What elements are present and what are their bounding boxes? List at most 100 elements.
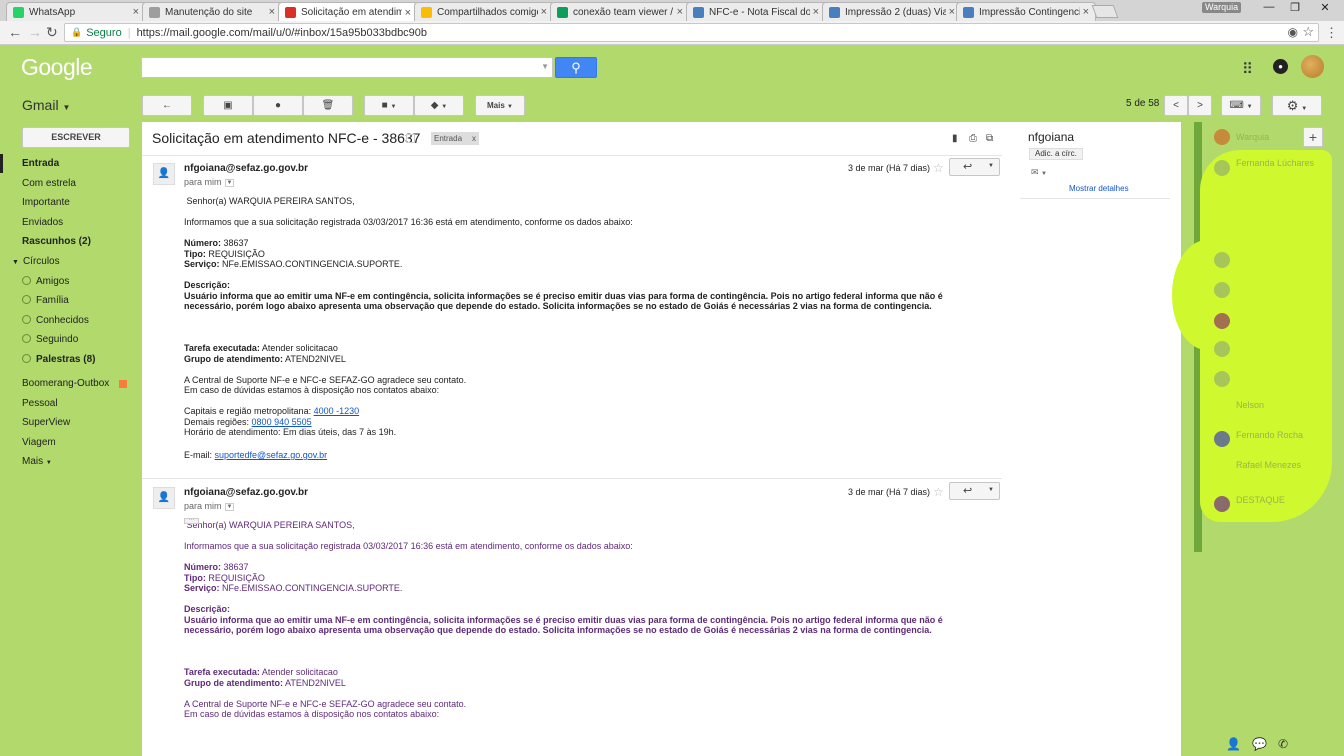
recipient-line[interactable]: para mim ▼ xyxy=(184,501,235,511)
chevron-down-icon[interactable]: ▼ xyxy=(224,503,235,511)
show-trimmed-content-button[interactable]: ··· xyxy=(184,517,199,524)
chevron-down-icon[interactable]: ▼ xyxy=(988,163,994,169)
reply-button[interactable]: ↩ ▼ xyxy=(949,158,1000,176)
sender-email[interactable]: nfgoiana@sefaz.go.gov.br xyxy=(184,163,308,174)
browser-tab-impressao[interactable]: Impressão 2 (duas) Vias × xyxy=(822,2,962,21)
bookmark-star-icon[interactable]: ☆ xyxy=(1302,24,1314,40)
chat-contact-name[interactable]: DESTAQUE xyxy=(1236,495,1285,505)
forward-icon[interactable]: → xyxy=(28,24,42,40)
sidebar-item-palestras[interactable]: Palestras (8) xyxy=(22,354,95,365)
sidebar-item-familia[interactable]: Família xyxy=(22,295,69,306)
hangouts-icon[interactable]: 💬 xyxy=(1252,737,1267,751)
new-tab-button[interactable] xyxy=(1091,5,1119,18)
archive-button[interactable]: ▣ xyxy=(203,95,253,116)
sidebar-item-conhecidos[interactable]: Conhecidos xyxy=(22,315,89,326)
sidebar-item-superview[interactable]: SuperView xyxy=(22,417,70,428)
show-details-link[interactable]: Mostrar detalhes xyxy=(1069,184,1129,193)
star-icon[interactable]: ☆ xyxy=(933,485,944,499)
new-window-icon[interactable]: ⧉ xyxy=(986,133,993,144)
google-logo[interactable]: Google xyxy=(21,54,93,81)
star-icon[interactable]: ☆ xyxy=(933,161,944,175)
older-button[interactable]: > xyxy=(1188,95,1212,116)
sidebar-item-viagem[interactable]: Viagem xyxy=(22,437,56,448)
newer-button[interactable]: < xyxy=(1164,95,1188,116)
important-marker[interactable] xyxy=(406,134,415,143)
sidebar-item-importante[interactable]: Importante xyxy=(22,197,70,208)
chevron-down-icon[interactable]: ▼ xyxy=(988,487,994,493)
contact-mail-icon[interactable]: ✉ ▼ xyxy=(1031,167,1047,178)
browser-menu-icon[interactable]: ⋮ xyxy=(1325,25,1338,41)
capitais-phone-link[interactable]: 4000 -1230 xyxy=(314,406,360,416)
sidebar-item-rascunhos[interactable]: Rascunhos (2) xyxy=(22,236,91,247)
labels-button[interactable]: ◆ ▼ xyxy=(414,95,464,116)
search-input[interactable]: ▼ xyxy=(141,57,553,78)
close-icon[interactable]: × xyxy=(541,6,547,18)
close-icon[interactable]: × xyxy=(677,6,683,18)
chat-contact-name[interactable]: Fernando Rocha xyxy=(1236,430,1303,440)
contact-avatar[interactable] xyxy=(1214,341,1230,357)
close-icon[interactable]: × xyxy=(813,6,819,18)
sidebar-item-mais[interactable]: Mais ▼ xyxy=(22,456,52,467)
phone-icon[interactable]: ✆ xyxy=(1278,737,1288,751)
input-tools-button[interactable]: ⌨ ▼ xyxy=(1221,95,1261,116)
window-user-badge[interactable]: Warquia xyxy=(1202,2,1242,13)
search-button[interactable]: ⚲ xyxy=(555,57,597,78)
sidebar-item-seguindo[interactable]: Seguindo xyxy=(22,334,78,345)
sidebar-item-enviados[interactable]: Enviados xyxy=(22,217,63,228)
browser-tab-manutencao[interactable]: Manutenção do site × xyxy=(142,2,282,21)
browser-tab-whatsapp[interactable]: WhatsApp × xyxy=(6,2,146,21)
contact-avatar[interactable] xyxy=(1214,160,1230,176)
chat-contact-name[interactable]: Fernanda Lúchares xyxy=(1236,158,1314,168)
close-icon[interactable]: × xyxy=(269,6,275,18)
delete-button[interactable]: 🗑 xyxy=(303,95,353,116)
close-icon[interactable]: × xyxy=(405,7,411,19)
close-icon[interactable]: × xyxy=(1083,6,1089,18)
back-icon[interactable]: ← xyxy=(8,24,22,40)
add-to-circles-button[interactable]: Adic. a círc. xyxy=(1029,148,1083,160)
contact-avatar[interactable] xyxy=(1214,129,1230,145)
browser-tab-nfce[interactable]: NFC-e - Nota Fiscal do C× xyxy=(686,2,826,21)
account-avatar[interactable] xyxy=(1301,55,1324,78)
settings-button[interactable]: ⚙ ▼ xyxy=(1272,95,1322,116)
reload-icon[interactable]: ↻ xyxy=(46,24,58,41)
contact-avatar[interactable] xyxy=(1214,252,1230,268)
url-input[interactable]: 🔒 Seguro | https://mail.google.com/mail/… xyxy=(64,23,1319,42)
demais-phone-link[interactable]: 0800 940 5505 xyxy=(252,417,312,427)
person-icon[interactable]: 👤 xyxy=(1226,737,1241,751)
sidebar-item-com-estrela[interactable]: Com estrela xyxy=(22,178,76,189)
contact-avatar[interactable] xyxy=(1214,282,1230,298)
browser-tab-sheets[interactable]: conexão team viewer / c × xyxy=(550,2,690,21)
report-spam-button[interactable]: ● xyxy=(253,95,303,116)
reply-button[interactable]: ↩ ▼ xyxy=(949,482,1000,500)
notifications-icon[interactable]: ● xyxy=(1273,59,1288,74)
chevron-down-icon[interactable]: ▼ xyxy=(224,179,235,187)
chat-contact-name[interactable]: Warquia xyxy=(1236,132,1269,142)
trash-icon[interactable]: ▮ xyxy=(952,133,958,144)
search-options-icon[interactable]: ▼ xyxy=(541,62,549,71)
back-to-inbox-button[interactable]: ← xyxy=(142,95,192,116)
remove-label-icon[interactable]: x xyxy=(472,134,476,143)
contact-avatar[interactable] xyxy=(1214,431,1230,447)
recipient-line[interactable]: para mim ▼ xyxy=(184,177,235,187)
contact-avatar[interactable] xyxy=(1214,496,1230,512)
browser-tab-contingencia[interactable]: Impressão Contingencia × xyxy=(956,2,1096,21)
sidebar-item-pessoal[interactable]: Pessoal xyxy=(22,398,58,409)
close-icon[interactable]: × xyxy=(133,6,139,18)
sidebar-item-boomerang-outbox[interactable]: Boomerang-Outbox xyxy=(22,378,132,389)
support-email-link[interactable]: suportedfe@sefaz.go.gov.br xyxy=(215,450,328,460)
compose-button[interactable]: ESCREVER xyxy=(22,127,130,148)
contact-avatar[interactable] xyxy=(1214,313,1230,329)
contact-avatar[interactable] xyxy=(1214,371,1230,387)
print-icon[interactable]: ⎙ xyxy=(969,133,977,144)
more-actions-button[interactable]: Mais ▼ xyxy=(475,95,525,116)
browser-tab-gmail[interactable]: Solicitação em atendime × xyxy=(278,2,418,22)
chat-contact-name[interactable]: Nelson xyxy=(1236,400,1264,410)
apps-grid-icon[interactable]: ⠿ xyxy=(1242,60,1253,78)
window-close-icon[interactable]: ✕ xyxy=(1310,1,1340,17)
browser-tab-drive[interactable]: Compartilhados comigo × xyxy=(414,2,554,21)
sidebar-item-entrada[interactable]: Entrada xyxy=(22,158,59,169)
chat-contact-name[interactable]: Rafael Menezes xyxy=(1236,460,1301,470)
close-icon[interactable]: × xyxy=(949,6,955,18)
sidebar-item-circulos[interactable]: ▼ Círculos xyxy=(12,256,60,267)
sidebar-item-amigos[interactable]: Amigos xyxy=(22,276,69,287)
